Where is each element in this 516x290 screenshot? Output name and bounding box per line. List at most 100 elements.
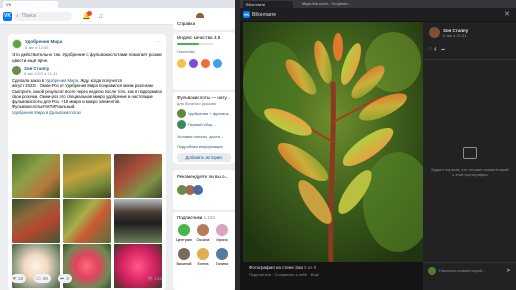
post-author-avatar[interactable] [12, 39, 22, 49]
bell-icon[interactable]: 🔔 [82, 11, 92, 21]
send-icon[interactable]: ➤ [506, 267, 511, 275]
share-icon: ➦ [441, 47, 446, 53]
sticker[interactable] [201, 59, 210, 68]
post-time[interactable]: 8 авг в 12:56 [25, 45, 49, 50]
subscriber-avatar[interactable] [178, 248, 190, 260]
sticker[interactable] [177, 59, 186, 68]
rose-leaves-photo [243, 22, 423, 262]
address-bar[interactable]: https://vk.com/...?z=photo... [302, 1, 351, 7]
quality-progress-fill [177, 43, 200, 45]
repost-text: Сделала заказ в Удобрения Мира. Жду, ког… [12, 78, 162, 115]
photo-thumb[interactable] [12, 154, 60, 198]
photo-actions[interactable]: Поделиться · Сохранить к себе · Ещё [249, 272, 319, 277]
photo-sidebar: Зоя Стаппу 8 авг в 21:31 ♡ 4 ➦ Будьте пе… [423, 22, 516, 290]
post-author[interactable]: Удобрения Мира [25, 39, 62, 44]
comment-icon: ▭ [36, 276, 41, 282]
subscriber-avatar[interactable] [178, 224, 190, 236]
quality-label: Индекс качества [177, 35, 213, 40]
close-icon[interactable]: ✕ [504, 11, 510, 18]
repost: Зоя Стаппу 8 авг 2023 в 21:31 Сделала за… [12, 66, 162, 152]
sticker[interactable] [189, 59, 198, 68]
photo-counter: 5 из 9 [304, 265, 317, 270]
photo-caption: Фотография на стене Зои 5 из 9 [249, 265, 316, 270]
photo-thumb[interactable] [12, 199, 60, 243]
photo-thumb[interactable] [114, 199, 162, 243]
sticker[interactable] [213, 59, 222, 68]
search-placeholder: Поиск [22, 13, 36, 19]
subscribers-box: Подписчики 1 234 Центральное... Оксана И… [173, 212, 235, 290]
subscribers-title[interactable]: Подписчики 1 234 [177, 215, 215, 220]
repost-line1-suffix: . Жду, когда получится [78, 78, 122, 83]
left-browser-window: VK VK ⌕ Поиск 🔔 ♫ Удобрения Мира 8 авг в… [0, 0, 235, 290]
search-input[interactable]: ⌕ Поиск [14, 12, 72, 21]
photo-thumb[interactable] [114, 154, 162, 198]
author-avatar[interactable] [429, 27, 440, 38]
subscriber-name[interactable]: Центральное... [176, 238, 192, 242]
comment-input[interactable]: Написать комментарий... [439, 267, 486, 275]
subscriber-avatar[interactable] [197, 224, 209, 236]
repost-author-avatar[interactable] [12, 66, 21, 75]
repost-line1-link[interactable]: Удобрения Мира [45, 78, 78, 83]
add-story-button[interactable]: Добавить историю [177, 153, 231, 162]
fulvo-title[interactable]: Фульвокислоты — нату... [177, 95, 230, 100]
share-icon: ➦ [60, 276, 65, 282]
vk-header: VK ВКонтакте ✕ [240, 8, 516, 21]
photo-caption-text[interactable]: Фотография на стене Зои [249, 265, 303, 270]
divider [423, 262, 516, 263]
photo-thumb[interactable] [63, 154, 111, 198]
subscriber-name[interactable]: Оксана [195, 238, 211, 242]
subscriber-name[interactable]: Елена [195, 262, 211, 266]
photo-thumb[interactable] [63, 199, 111, 243]
recommend-title[interactable]: Рекомендуете ли вы о... [177, 174, 228, 179]
quality-value: 3,8 [213, 35, 221, 40]
photo-grid [12, 154, 162, 288]
item-4[interactable]: Подробная информация [177, 144, 223, 149]
avatar[interactable] [193, 185, 203, 195]
quality-title[interactable]: Индекс качества 3,8 [177, 35, 220, 40]
heart-icon: ♡ [428, 47, 433, 53]
subscriber-avatar[interactable] [216, 224, 228, 236]
share-button[interactable]: ➦ 3 [58, 274, 72, 283]
vk-logo[interactable]: VK [243, 11, 250, 18]
notification-badge [87, 11, 92, 16]
tab-strip: VK [0, 0, 235, 8]
shares-count: 3 [66, 276, 69, 281]
browser-tab[interactable]: VK [3, 1, 58, 8]
repost-link[interactable]: Удобрения Мира в фульвокислотах [12, 110, 81, 115]
vk-logo[interactable]: VK [3, 12, 12, 21]
quality-box: Индекс качества 3,8 Наклейки [173, 32, 235, 90]
item-1[interactable]: Удобрения + фульвок... [188, 111, 232, 116]
comments-count: 29 [42, 276, 48, 281]
like-button[interactable]: ♡ 4 [428, 47, 437, 53]
music-icon[interactable]: ♫ [96, 12, 105, 21]
more-icon[interactable]: ··· [155, 39, 161, 45]
repost-time[interactable]: 8 авг 2023 в 21:31 [24, 71, 58, 76]
desktop: VK VK ⌕ Поиск 🔔 ♫ Удобрения Мира 8 авг в… [0, 0, 516, 290]
subscriber-name[interactable]: Василий [176, 262, 192, 266]
browser-tab[interactable]: ВКонтакте [243, 1, 293, 8]
photo-info: Фотография на стене Зои 5 из 9 Поделитьс… [243, 262, 423, 290]
subscriber-name[interactable]: Ирина [214, 238, 230, 242]
site-name[interactable]: ВКонтакте [252, 12, 276, 18]
item-icon [177, 120, 186, 129]
repost-body: август 2023г . Омни-Роз от Удобрения Мир… [12, 83, 162, 110]
help-title[interactable]: Справка [177, 21, 195, 26]
likes-count: 18 [17, 276, 23, 281]
photo-viewer-image[interactable] [243, 22, 423, 262]
subscriber-avatar[interactable] [197, 248, 209, 260]
fulvo-sub: для богатого урожая! [177, 101, 217, 106]
comment-button[interactable]: ▭ 29 [34, 274, 51, 283]
photo-time: 8 авг в 21:31 [443, 33, 467, 38]
subscriber-avatar[interactable] [216, 248, 228, 260]
subscriber-name[interactable]: Галина [214, 262, 230, 266]
likes-count: 4 [433, 47, 437, 53]
item-2[interactable]: Первый сбор... [188, 122, 216, 127]
share-button[interactable]: ➦ [441, 47, 445, 53]
subscribers-count: 1 234 [203, 215, 216, 220]
item-3[interactable]: Условия оплаты, доста... [177, 134, 223, 139]
like-button[interactable]: ♥ 18 [11, 274, 26, 283]
views-count: 👁 132 [148, 276, 163, 281]
comment-icon [463, 147, 477, 159]
divider [423, 59, 516, 60]
avatar [428, 267, 436, 275]
